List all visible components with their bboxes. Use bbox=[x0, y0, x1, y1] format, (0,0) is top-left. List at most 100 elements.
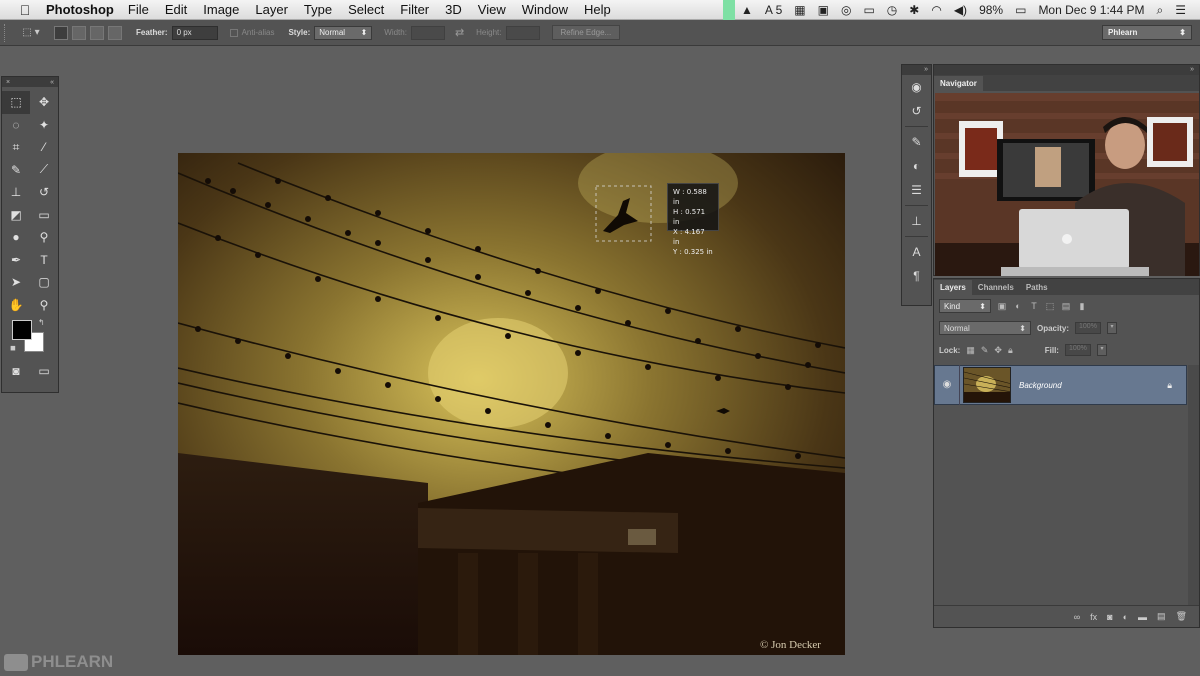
kind-filter-select[interactable]: Kind ⬍ bbox=[939, 299, 991, 313]
add-selection-button[interactable] bbox=[72, 25, 86, 40]
menu-file[interactable]: File bbox=[128, 2, 149, 17]
menu-window[interactable]: Window bbox=[522, 2, 568, 17]
bluetooth-icon[interactable]: ✱ bbox=[909, 3, 919, 17]
tab-channels[interactable]: Channels bbox=[972, 280, 1020, 295]
volume-icon[interactable]: ◀) bbox=[954, 3, 967, 17]
clock[interactable]: Mon Dec 9 1:44 PM bbox=[1038, 3, 1144, 17]
grid-icon[interactable]: ▦ bbox=[794, 3, 805, 17]
new-group-icon[interactable]: ▬ bbox=[1138, 612, 1147, 622]
subtract-selection-button[interactable] bbox=[90, 25, 104, 40]
height-input[interactable] bbox=[505, 25, 540, 40]
zoom-tool-icon[interactable]: ⚲ bbox=[30, 294, 58, 317]
shape-tool-icon[interactable]: ▢ bbox=[30, 271, 58, 294]
close-icon[interactable]: × bbox=[6, 79, 10, 86]
style-select[interactable]: Normal ⬍ bbox=[314, 25, 373, 40]
blur-tool-icon[interactable]: ● bbox=[2, 226, 30, 249]
menu-layer[interactable]: Layer bbox=[255, 2, 288, 17]
healing-brush-tool-icon[interactable]: ✎ bbox=[2, 159, 30, 182]
adobe-status[interactable]: A 5 bbox=[765, 3, 782, 17]
tab-paths[interactable]: Paths bbox=[1020, 280, 1054, 295]
notification-icon[interactable]: ☰ bbox=[1175, 3, 1186, 17]
clone-source-panel-icon[interactable]: ⊥ bbox=[902, 209, 931, 233]
drive-icon[interactable]: ▲ bbox=[741, 3, 753, 17]
new-selection-button[interactable] bbox=[54, 25, 68, 40]
color-panel-icon[interactable]: ◉ bbox=[902, 75, 931, 99]
refine-edge-button[interactable]: Refine Edge... bbox=[551, 25, 621, 40]
adjustment-filter-icon[interactable]: ◐ bbox=[1013, 301, 1023, 311]
navigator-topbar[interactable]: » bbox=[934, 65, 1199, 75]
foreground-color-swatch[interactable] bbox=[12, 320, 32, 340]
crop-tool-icon[interactable]: ⌗ bbox=[2, 136, 30, 159]
character-panel-icon[interactable]: A bbox=[902, 240, 931, 264]
quick-mask-icon[interactable]: ◙ bbox=[2, 360, 30, 383]
new-layer-icon[interactable]: ▤ bbox=[1157, 611, 1166, 622]
antialias-checkbox[interactable]: Anti-alias bbox=[229, 28, 274, 37]
menu-select[interactable]: Select bbox=[348, 2, 384, 17]
tools-panel-header[interactable]: × « bbox=[2, 77, 58, 87]
intersect-selection-button[interactable] bbox=[108, 25, 122, 40]
fill-slider-button[interactable]: ▾ bbox=[1096, 344, 1107, 356]
menu-app-name[interactable]: Photoshop bbox=[46, 2, 114, 17]
options-grip[interactable] bbox=[4, 23, 10, 42]
layer-name[interactable]: Background bbox=[1019, 381, 1167, 390]
properties-panel-icon[interactable]: ☰ bbox=[902, 178, 931, 202]
width-input[interactable] bbox=[410, 25, 445, 40]
layer-style-icon[interactable]: fx bbox=[1090, 612, 1097, 622]
eye-icon[interactable]: ◉ bbox=[935, 365, 960, 405]
add-mask-icon[interactable]: ◙ bbox=[1107, 612, 1112, 622]
history-brush-tool-icon[interactable]: ↺ bbox=[30, 181, 58, 204]
delete-layer-icon[interactable]: 🗑︎ bbox=[1176, 611, 1187, 622]
apple-icon[interactable]:  bbox=[14, 2, 36, 18]
screen-mode-icon[interactable]: ▭ bbox=[30, 360, 58, 383]
eyedropper-tool-icon[interactable]: ⁄ bbox=[30, 136, 58, 159]
spotlight-icon[interactable]: ⌕ bbox=[1157, 3, 1164, 18]
move-tool-icon[interactable]: ✥ bbox=[30, 91, 58, 114]
dock-header[interactable]: » bbox=[902, 65, 931, 75]
dodge-tool-icon[interactable]: ⚲ bbox=[30, 226, 58, 249]
lasso-tool-icon[interactable]: ◌ bbox=[2, 114, 30, 137]
pen-tool-icon[interactable]: ✒ bbox=[2, 249, 30, 272]
brush-tool-icon[interactable]: ⟋ bbox=[30, 159, 58, 182]
brush-panel-icon[interactable]: ✎ bbox=[902, 130, 931, 154]
airplay-icon[interactable]: ▭ bbox=[863, 3, 874, 17]
menu-3d[interactable]: 3D bbox=[445, 2, 462, 17]
adjustments-panel-icon[interactable]: ◐ bbox=[902, 154, 931, 178]
eraser-tool-icon[interactable]: ◩ bbox=[2, 204, 30, 227]
magic-wand-tool-icon[interactable]: ✦ bbox=[30, 114, 58, 137]
menu-image[interactable]: Image bbox=[203, 2, 239, 17]
workspace-select[interactable]: Phlearn ⬍ bbox=[1102, 25, 1192, 40]
lock-image-icon[interactable]: ✎ bbox=[981, 345, 989, 356]
history-panel-icon[interactable]: ↺ bbox=[902, 99, 931, 123]
battery-level[interactable]: 98% bbox=[979, 3, 1003, 17]
paragraph-panel-icon[interactable]: ¶ bbox=[902, 264, 931, 288]
smart-object-filter-icon[interactable]: ▤ bbox=[1061, 301, 1071, 311]
gradient-tool-icon[interactable]: ▭ bbox=[30, 204, 58, 227]
marquee-tool-icon[interactable]: ⬚ bbox=[2, 91, 30, 114]
opacity-slider-button[interactable]: ▾ bbox=[1107, 322, 1118, 334]
new-adjustment-layer-icon[interactable]: ◐ bbox=[1123, 612, 1128, 622]
collapse-icon[interactable]: « bbox=[50, 79, 54, 86]
swap-colors-icon[interactable]: ↰ bbox=[38, 318, 45, 327]
type-filter-icon[interactable]: T bbox=[1029, 301, 1039, 311]
opacity-input[interactable]: 100% bbox=[1075, 322, 1102, 334]
shape-filter-icon[interactable]: ⬚ bbox=[1045, 301, 1055, 311]
marquee-preset-icon[interactable]: ⬚ ▾ bbox=[18, 25, 44, 41]
link-layers-icon[interactable]: ∞ bbox=[1074, 612, 1080, 622]
blend-mode-select[interactable]: Normal ⬍ bbox=[939, 321, 1031, 335]
lock-position-icon[interactable]: ✥ bbox=[994, 345, 1002, 356]
swap-dimensions-icon[interactable]: ⇄ bbox=[455, 26, 464, 39]
menu-help[interactable]: Help bbox=[584, 2, 611, 17]
pixel-filter-icon[interactable]: ▣ bbox=[997, 301, 1007, 311]
layer-row-background[interactable]: ◉ Background 🔒︎ bbox=[934, 365, 1187, 405]
default-colors-icon[interactable]: ◼ bbox=[10, 344, 16, 352]
lock-all-icon[interactable]: 🔒︎ bbox=[1008, 345, 1013, 356]
cloud-icon[interactable]: ◎ bbox=[841, 3, 851, 17]
menu-view[interactable]: View bbox=[478, 2, 506, 17]
path-selection-tool-icon[interactable]: ➤ bbox=[2, 271, 30, 294]
clone-stamp-tool-icon[interactable]: ⊥ bbox=[2, 181, 30, 204]
filter-toggle-icon[interactable]: ▮ bbox=[1077, 301, 1087, 311]
document-canvas[interactable]: © Jon Decker bbox=[178, 153, 845, 655]
lock-transparent-icon[interactable]: ▦ bbox=[966, 345, 975, 356]
menu-filter[interactable]: Filter bbox=[400, 2, 429, 17]
layers-scrollbar[interactable] bbox=[1188, 365, 1199, 605]
